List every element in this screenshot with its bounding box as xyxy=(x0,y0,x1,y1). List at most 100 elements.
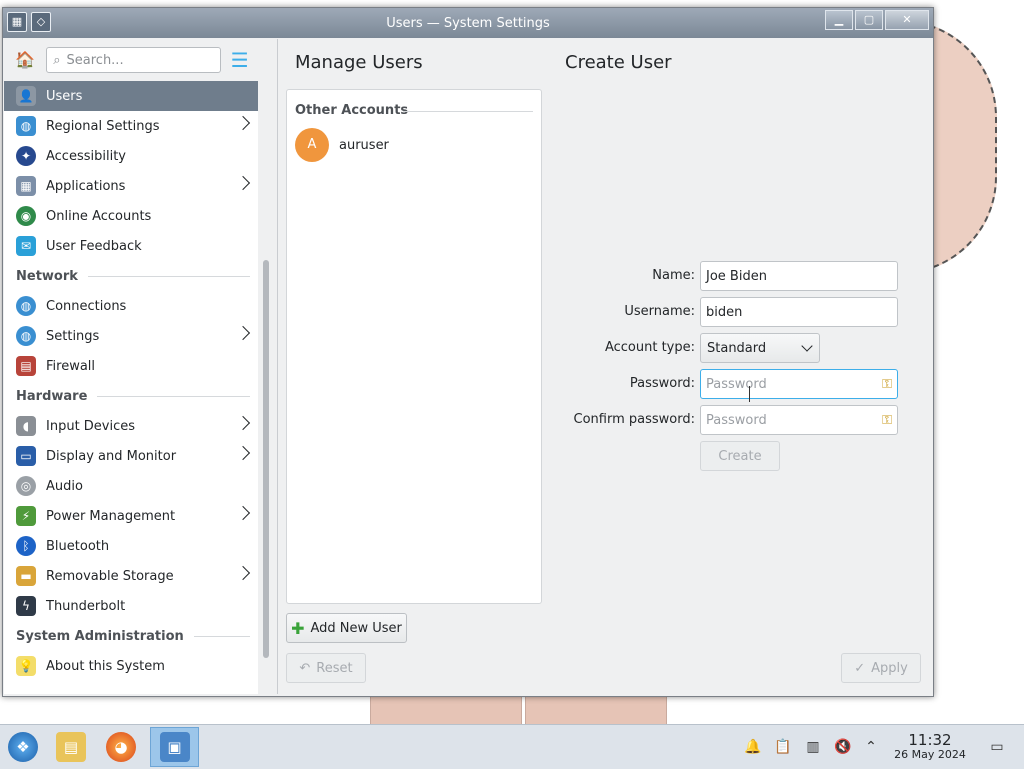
name-label: Name: xyxy=(652,268,695,283)
manage-users-title: Manage Users xyxy=(295,52,423,73)
search-input[interactable]: ⌕ Search... xyxy=(46,47,222,73)
sidebar-item-power-management[interactable]: ⚡ Power Management xyxy=(4,501,258,531)
info-bulb-icon: 💡 xyxy=(16,656,36,676)
chevron-right-icon xyxy=(235,565,251,581)
sidebar-item-accessibility[interactable]: ✦ Accessibility xyxy=(4,141,258,171)
sidebar-item-about-this-system[interactable]: 💡 About this System xyxy=(4,651,258,681)
taskbar-file-manager[interactable]: ▤ xyxy=(48,727,94,767)
plus-icon: ✚ xyxy=(291,618,305,638)
sidebar-item-label: Online Accounts xyxy=(46,208,152,224)
password-label: Password: xyxy=(629,376,695,391)
list-item[interactable]: A auruser xyxy=(295,128,389,162)
sidebar-item-display-and-monitor[interactable]: ▭ Display and Monitor xyxy=(4,441,258,471)
taskbar-firefox[interactable]: ◕ xyxy=(98,727,144,767)
sidebar-item-label: Regional Settings xyxy=(46,118,160,134)
window-titlebar[interactable]: ▦ ◇ Users — System Settings ▁ ▢ ✕ xyxy=(3,8,933,38)
thunderbolt-icon: ϟ xyxy=(16,596,36,616)
user-icon: 👤 xyxy=(16,86,36,106)
keys-icon[interactable]: ⚿ xyxy=(882,377,892,392)
system-settings-icon: ▣ xyxy=(159,732,190,762)
sidebar-item-label: Users xyxy=(46,88,83,104)
header-divider xyxy=(403,111,533,112)
sidebar-item-label: Bluetooth xyxy=(46,538,110,554)
account-type-value: Standard xyxy=(707,340,767,356)
confirm-password-field[interactable]: Password ⚿ xyxy=(700,405,898,435)
name-field[interactable]: Joe Biden xyxy=(700,261,898,291)
minimize-button[interactable]: ▁ xyxy=(825,10,853,30)
sidebar-item-label: About this System xyxy=(46,658,165,674)
chevron-right-icon xyxy=(235,505,251,521)
section-header-hardware: Hardware xyxy=(4,381,258,411)
sidebar-item-label: Input Devices xyxy=(46,418,136,434)
chevron-right-icon xyxy=(235,415,251,431)
sidebar-item-thunderbolt[interactable]: ϟ Thunderbolt xyxy=(4,591,258,621)
clock-time[interactable]: 11:32 xyxy=(890,731,970,749)
start-orb-icon: ❖ xyxy=(8,732,38,762)
audio-icon: ◎ xyxy=(16,476,36,496)
sidebar-item-label: Power Management xyxy=(46,508,176,524)
chevron-right-icon xyxy=(235,445,251,461)
password-field[interactable]: Password ⚿ xyxy=(700,369,898,399)
clipboard-icon[interactable]: 📋 xyxy=(774,738,792,756)
taskbar-system-settings[interactable]: ▣ xyxy=(150,727,199,767)
sidebar-item-connections[interactable]: ◍ Connections xyxy=(4,291,258,321)
notifications-icon[interactable]: 🔔 xyxy=(744,738,762,756)
sidebar-item-applications[interactable]: ▦ Applications xyxy=(4,171,258,201)
sidebar-item-user-feedback[interactable]: ✉ User Feedback xyxy=(4,231,258,261)
sidebar-item-removable-storage[interactable]: ▬ Removable Storage xyxy=(4,561,258,591)
sidebar-item-label: User Feedback xyxy=(46,238,142,254)
maximize-button[interactable]: ▢ xyxy=(855,10,883,30)
apply-button[interactable]: ✓ Apply xyxy=(841,653,921,683)
avatar: A xyxy=(295,128,329,162)
username-field[interactable]: biden xyxy=(700,297,898,327)
reset-label: Reset xyxy=(316,660,353,676)
accessibility-icon: ✦ xyxy=(16,146,36,166)
create-label: Create xyxy=(718,448,762,464)
text-cursor-icon xyxy=(749,386,750,402)
search-icon: ⌕ xyxy=(53,52,61,68)
sidebar-item-audio[interactable]: ◎ Audio xyxy=(4,471,258,501)
sidebar-scrollbar[interactable] xyxy=(263,260,269,658)
sidebar-item-users[interactable]: 👤 Users xyxy=(4,81,258,111)
reset-button[interactable]: ↶ Reset xyxy=(286,653,366,683)
add-new-user-button[interactable]: ✚ Add New User xyxy=(286,613,407,643)
mouse-icon: ◖ xyxy=(16,416,36,436)
sidebar-item-label: Settings xyxy=(46,328,100,344)
account-type-label: Account type: xyxy=(604,340,695,355)
create-button[interactable]: Create xyxy=(700,441,780,471)
sidebar-item-label: Audio xyxy=(46,478,83,494)
reset-icon: ↶ xyxy=(299,660,311,676)
folder-icon: ▤ xyxy=(56,732,86,762)
clock-date[interactable]: 26 May 2024 xyxy=(885,748,975,761)
add-new-user-label: Add New User xyxy=(310,620,402,636)
account-type-select[interactable]: Standard xyxy=(700,333,820,363)
sidebar-item-input-devices[interactable]: ◖ Input Devices xyxy=(4,411,258,441)
window-title: Users — System Settings xyxy=(386,16,550,31)
pane-divider[interactable] xyxy=(277,39,278,694)
firewall-icon: ▤ xyxy=(16,356,36,376)
sidebar-item-firewall[interactable]: ▤ Firewall xyxy=(4,351,258,381)
chevron-up-icon[interactable]: ⌃ xyxy=(862,738,880,756)
desktop-wallpaper-shape xyxy=(525,694,667,726)
start-menu-button[interactable]: ❖ xyxy=(0,727,46,767)
show-desktop-icon[interactable]: ▭ xyxy=(988,738,1006,756)
checkmark-icon: ✓ xyxy=(854,660,866,676)
firefox-icon: ◕ xyxy=(106,732,136,762)
globe-icon: ◍ xyxy=(16,116,36,136)
sidebar-item-label: Connections xyxy=(46,298,127,314)
sidebar-item-label: Firewall xyxy=(46,358,96,374)
hamburger-menu-icon[interactable]: ☰ xyxy=(229,49,250,71)
close-button[interactable]: ✕ xyxy=(885,10,929,30)
home-icon[interactable]: 🏠 xyxy=(12,46,38,74)
sidebar-item-network-settings[interactable]: ◍ Settings xyxy=(4,321,258,351)
sidebar-item-bluetooth[interactable]: ᛒ Bluetooth xyxy=(4,531,258,561)
chevron-right-icon xyxy=(235,325,251,341)
volume-muted-icon[interactable]: 🔇 xyxy=(834,738,852,756)
storage-tray-icon[interactable]: ▥ xyxy=(804,738,822,756)
keys-icon[interactable]: ⚿ xyxy=(882,413,892,428)
password-placeholder: Password xyxy=(706,376,767,392)
sidebar-item-label: Removable Storage xyxy=(46,568,174,584)
sidebar-item-regional-settings[interactable]: ◍ Regional Settings xyxy=(4,111,258,141)
sidebar-item-online-accounts[interactable]: ◉ Online Accounts xyxy=(4,201,258,231)
username-label: Username: xyxy=(624,304,695,319)
